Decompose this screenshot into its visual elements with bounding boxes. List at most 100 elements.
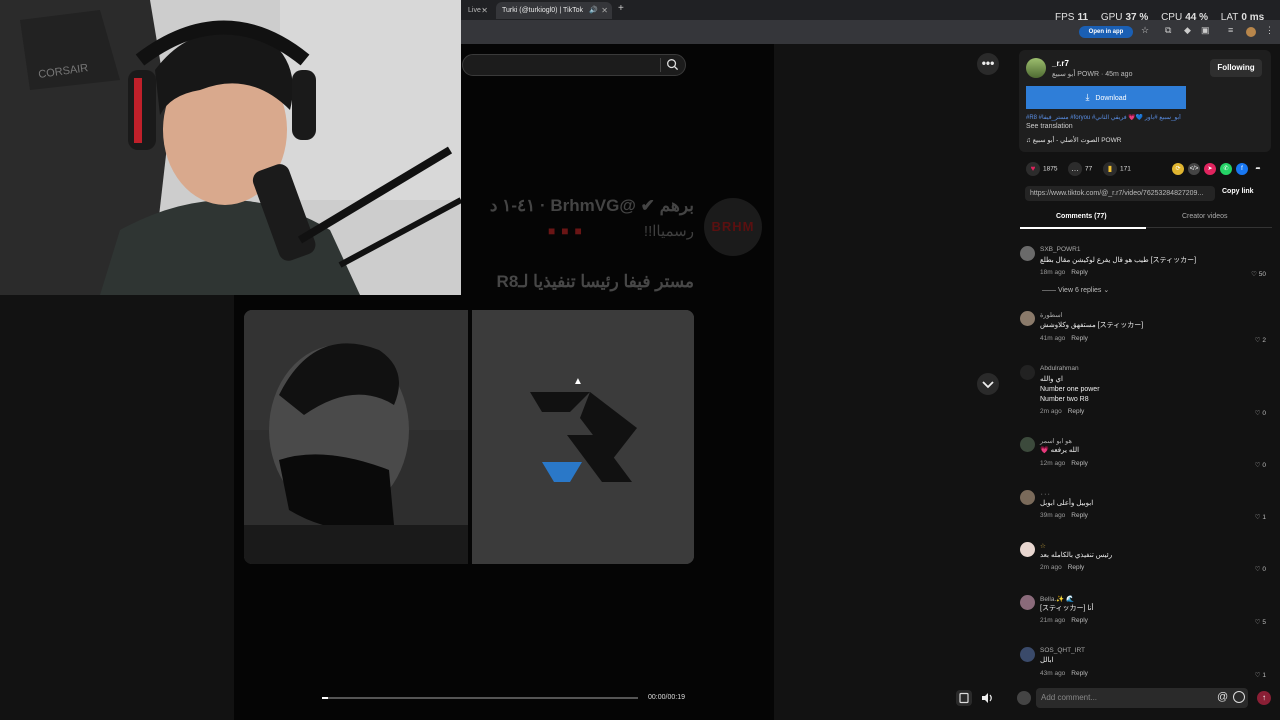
sound-link[interactable]: ♫ الصوت الأصلي - أبو سبيع POWR — [1026, 136, 1121, 144]
view-replies-button[interactable]: —— View 6 replies ⌄ — [1042, 286, 1109, 294]
commenter-avatar[interactable] — [1020, 542, 1035, 557]
download-button[interactable]: ⤓ Download — [1026, 86, 1186, 109]
comment-like-count: 50 — [1258, 271, 1266, 278]
video-timecode: 00:00/00:19 — [648, 694, 685, 701]
comment-meta: 41m ago Reply — [1040, 335, 1088, 342]
send-icon[interactable]: ➤ — [1204, 163, 1216, 175]
post-comment-button[interactable]: ↑ — [1257, 691, 1271, 705]
commenter-username[interactable]: ٠٠٠ — [1040, 490, 1050, 498]
video-link-field[interactable]: https://www.tiktok.com/@_r.r7/video/7625… — [1025, 186, 1215, 201]
post-caption[interactable]: #R8 #مستر_فيفا #foryou #أبو_سبيع #باور 💙… — [1026, 114, 1266, 121]
speaker-icon[interactable]: 🔊 — [589, 2, 598, 19]
extension-icon[interactable]: ⧉ — [1165, 25, 1171, 36]
kebab-menu-icon[interactable]: ⋮ — [1265, 25, 1274, 36]
close-tab-icon[interactable]: ✕ — [601, 2, 608, 19]
extension-icon[interactable]: ◆ — [1184, 25, 1191, 36]
reply-button[interactable]: Reply — [1071, 460, 1088, 467]
commenter-username[interactable]: SOS_QHT_IRT — [1040, 647, 1085, 654]
profile-avatar[interactable] — [1246, 27, 1256, 37]
comment-button[interactable]: … 77 — [1068, 162, 1092, 177]
commenter-avatar[interactable] — [1020, 311, 1035, 326]
fps-value: 11 — [1077, 12, 1089, 23]
comment-like-button[interactable]: ♡ 2 — [1255, 336, 1266, 344]
emoji-icon[interactable] — [1233, 691, 1245, 703]
commenter-username[interactable]: Abdulrahman — [1040, 365, 1079, 372]
commenter-username[interactable]: SXB_POWR1 — [1040, 246, 1080, 253]
comment-like-button[interactable]: ♡ 0 — [1255, 565, 1266, 573]
like-button[interactable]: ♥ 1875 — [1026, 162, 1057, 177]
performance-overlay: FPS 11 GPU 37 % CPU 44 % LAT 0 ms — [1055, 12, 1274, 23]
commenter-username[interactable]: Bella.✨ 🌊 — [1040, 595, 1074, 603]
save-button[interactable]: ▮ 171 — [1103, 162, 1131, 177]
comment-like-button[interactable]: ♡ 5 — [1255, 618, 1266, 626]
comment-time: 39m ago — [1040, 512, 1066, 519]
comment-like-count: 0 — [1262, 462, 1266, 469]
share-arrow-icon[interactable]: ➦ — [1252, 163, 1264, 175]
reply-button[interactable]: Reply — [1071, 512, 1088, 519]
more-options-button[interactable]: ••• — [977, 53, 999, 75]
author-username[interactable]: _r.r7 — [1052, 59, 1069, 68]
comment-text: طيب هو قال يفرع لوكيشن مقال بطلع [スティッカー… — [1040, 257, 1197, 264]
repost-icon[interactable]: ⟳ — [1172, 163, 1184, 175]
whatsapp-icon[interactable]: ✆ — [1220, 163, 1232, 175]
mention-icon[interactable]: @ — [1217, 691, 1228, 703]
commenter-username[interactable]: اسطورة — [1040, 311, 1063, 319]
search-input[interactable] — [462, 54, 686, 76]
comment-like-button[interactable]: ♡ 0 — [1255, 409, 1266, 417]
close-tab-icon[interactable]: ✕ — [481, 2, 488, 19]
next-video-button[interactable] — [977, 373, 999, 395]
new-tab-icon[interactable]: + — [618, 3, 624, 14]
comment-like-button[interactable]: ♡ 1 — [1255, 513, 1266, 521]
video-progress-bar[interactable] — [322, 697, 638, 699]
reply-button[interactable]: Reply — [1071, 617, 1088, 624]
tab-tiktok[interactable]: Turki (@turkiogl0) | TikTok 🔊 ✕ — [496, 2, 612, 19]
comment-meta: 12m ago Reply — [1040, 460, 1088, 467]
commenter-avatar[interactable] — [1020, 365, 1035, 380]
comment-like-count: 1 — [1262, 672, 1266, 679]
copy-link-button[interactable]: Copy link — [1222, 188, 1254, 195]
video-overlay-title: برهم ✔ @BrhmVG · ٤١-١ د — [489, 196, 694, 215]
video-person-panel — [244, 310, 468, 564]
volume-button[interactable] — [979, 690, 995, 706]
comment-like-button[interactable]: ♡ 1 — [1255, 671, 1266, 679]
reply-button[interactable]: Reply — [1068, 408, 1085, 415]
puzzle-icon[interactable]: ▣ — [1201, 25, 1210, 36]
mini-player-button[interactable] — [956, 690, 972, 706]
save-count: 171 — [1120, 165, 1131, 173]
tab-creator-videos[interactable]: Creator videos — [1182, 213, 1228, 220]
comment-text-line3: Number two R8 — [1040, 396, 1089, 403]
commenter-avatar[interactable] — [1020, 437, 1035, 452]
embed-icon[interactable]: </> — [1188, 163, 1200, 175]
mouse-cursor-icon: ▲ — [573, 376, 583, 387]
lat-value: 0 ms — [1241, 12, 1265, 23]
commenter-avatar[interactable] — [1020, 595, 1035, 610]
commenter-username[interactable]: ☆ — [1040, 542, 1046, 550]
menu-icon[interactable]: ≡ — [1228, 25, 1233, 35]
commenter-username[interactable]: هو ابو اسمر — [1040, 437, 1072, 445]
comment-like-button[interactable]: ♡ 0 — [1255, 461, 1266, 469]
facebook-icon[interactable]: f — [1236, 163, 1248, 175]
bookmark-star-icon[interactable]: ☆ — [1141, 25, 1149, 36]
screen: Live - ✕ Turki (@turkiogl0) | TikTok 🔊 ✕… — [0, 0, 1280, 720]
commenter-avatar[interactable] — [1020, 490, 1035, 505]
open-in-app-button[interactable]: Open in app — [1079, 26, 1133, 38]
fps-label: FPS — [1055, 12, 1075, 23]
reply-button[interactable]: Reply — [1071, 670, 1088, 677]
like-count: 1875 — [1043, 165, 1058, 173]
comment-like-button[interactable]: ♡ 50 — [1251, 270, 1266, 278]
tab-comments[interactable]: Comments (77) — [1056, 213, 1107, 220]
following-button[interactable]: Following — [1210, 59, 1262, 77]
comment-time: 12m ago — [1040, 460, 1066, 467]
search-icon[interactable] — [666, 58, 679, 71]
commenter-avatar[interactable] — [1020, 647, 1035, 662]
commenter-avatar[interactable] — [1020, 246, 1035, 261]
comment-text: رئيس تنفيذي بالكامله بعد — [1040, 552, 1113, 559]
reply-button[interactable]: Reply — [1071, 335, 1088, 342]
comment-meta: 18m ago Reply — [1040, 269, 1088, 276]
reply-button[interactable]: Reply — [1068, 564, 1085, 571]
tab-live[interactable]: Live - ✕ — [462, 2, 492, 19]
comment-like-count: 5 — [1262, 619, 1266, 626]
see-translation-link[interactable]: See translation — [1026, 123, 1073, 130]
author-avatar[interactable] — [1026, 58, 1046, 78]
reply-button[interactable]: Reply — [1071, 269, 1088, 276]
